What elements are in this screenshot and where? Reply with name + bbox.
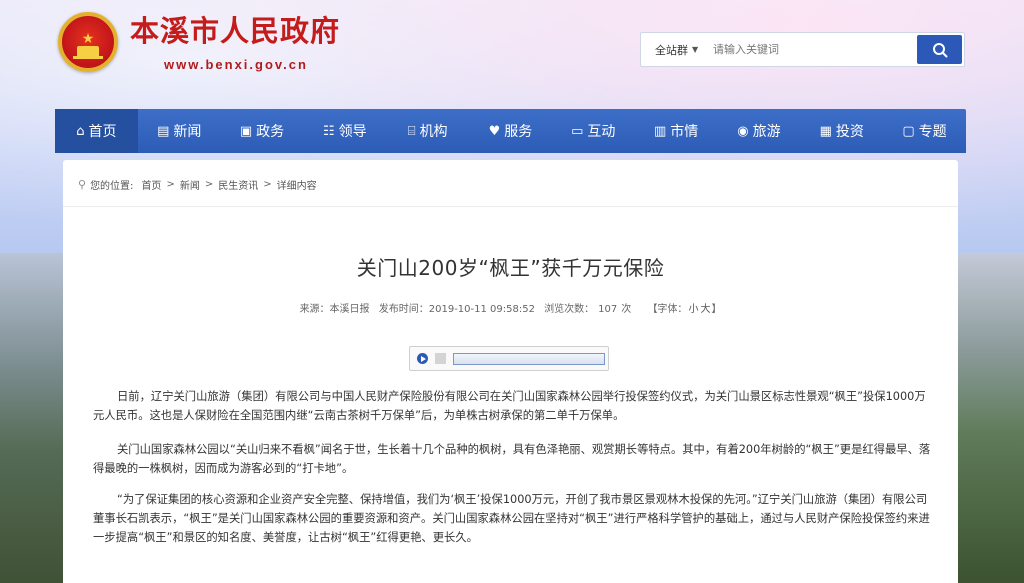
article-title: 关门山200岁“枫王”获千万元保险 <box>356 256 665 280</box>
service-icon: ♥ <box>488 123 501 139</box>
nav-item-leader[interactable]: ☷ 领导 <box>303 109 386 153</box>
site-url: www.benxi.gov.cn <box>164 56 308 72</box>
national-emblem-icon: ★ <box>58 12 118 72</box>
tourism-icon: ◉ <box>737 123 749 139</box>
search-input[interactable] <box>713 36 913 63</box>
font-size-large-link[interactable]: 大 <box>700 304 710 315</box>
nav-label: 专题 <box>918 124 947 140</box>
nav-label: 新闻 <box>173 124 202 140</box>
search-scope-select[interactable]: 全站群 ▼ <box>641 42 713 58</box>
home-icon: ⌂ <box>76 123 85 139</box>
breadcrumb-livelihood[interactable]: 民生资讯 <box>218 177 258 192</box>
nav-item-institution[interactable]: ⌸ 机构 <box>386 109 469 153</box>
nav-label: 机构 <box>419 124 448 140</box>
nav-label: 投资 <box>835 124 864 140</box>
breadcrumb-news[interactable]: 新闻 <box>180 177 200 192</box>
chevron-down-icon: ▼ <box>692 45 699 54</box>
article-paragraph: “为了保证集团的核心资源和企业资产安全完整、保持增值，我们为‘枫王’投保1000… <box>93 493 930 544</box>
search-box: 全站群 ▼ <box>640 32 965 67</box>
nav-label: 服务 <box>504 124 533 140</box>
interaction-icon: ▭ <box>571 123 584 139</box>
background-scenery-right <box>954 253 1024 583</box>
play-icon <box>420 355 426 362</box>
breadcrumb-current: 详细内容 <box>276 181 317 192</box>
city-icon: ▥ <box>653 123 667 139</box>
font-size-control: 【字体：小 大】 <box>647 304 722 315</box>
nav-label: 互动 <box>587 124 616 140</box>
article-paragraph: 关门山国家森林公园以“关山归来不看枫”闻名于世，生长着十几个品种的枫树，具有色泽… <box>93 443 931 475</box>
audio-player <box>409 346 609 371</box>
audio-progress-track[interactable] <box>453 352 605 365</box>
breadcrumb-separator: > <box>204 179 214 190</box>
leader-icon: ☷ <box>323 123 335 139</box>
search-button[interactable] <box>917 35 962 64</box>
search-icon <box>932 42 947 57</box>
site-logo[interactable]: ★ 本溪市人民政府 www.benxi.gov.cn <box>58 12 340 72</box>
affairs-icon: ▣ <box>239 123 253 139</box>
nav-item-home[interactable]: ⌂ 首页 <box>55 109 138 153</box>
breadcrumb: ⚲ 您的位置: 首页 > 新闻 > 民生资讯 > 详细内容 <box>78 177 317 192</box>
nav-item-news[interactable]: ▤ 新闻 <box>138 109 221 153</box>
article-views: 浏览次数： 107 次 <box>544 304 632 315</box>
article-source: 来源：本溪日报 <box>299 304 370 315</box>
nav-item-affairs[interactable]: ▣ 政务 <box>221 109 304 153</box>
breadcrumb-prefix: 您的位置: <box>90 181 134 192</box>
nav-item-investment[interactable]: ▦ 投资 <box>800 109 883 153</box>
breadcrumb-separator: > <box>263 179 272 190</box>
stop-button[interactable] <box>435 353 446 364</box>
nav-item-interaction[interactable]: ▭ 互动 <box>552 109 635 153</box>
font-size-small-link[interactable]: 小 <box>688 304 698 315</box>
nav-label: 首页 <box>88 124 117 140</box>
breadcrumb-separator: > <box>166 179 175 190</box>
site-name: 本溪市人民政府 <box>130 13 341 48</box>
nav-item-service[interactable]: ♥ 服务 <box>469 109 552 153</box>
search-scope-label: 全站群 <box>655 43 688 57</box>
divider <box>63 206 958 207</box>
nav-label: 旅游 <box>752 124 781 140</box>
article-time: 发布时间：2019-10-11 09:58:52 <box>378 304 535 315</box>
investment-icon: ▦ <box>819 123 832 139</box>
institution-icon: ⌸ <box>407 123 416 139</box>
nav-label: 政务 <box>256 124 285 140</box>
background-scenery-left <box>0 253 70 583</box>
topic-icon: ▢ <box>902 123 915 139</box>
play-button[interactable] <box>417 353 428 364</box>
breadcrumb-home[interactable]: 首页 <box>141 177 161 192</box>
nav-label: 领导 <box>338 124 367 140</box>
main-nav: ⌂ 首页 ▤ 新闻 ▣ 政务 ☷ 领导 ⌸ 机构 ♥ 服务 ▭ 互动 ▥ 市情 … <box>55 109 966 153</box>
article-panel: ⚲ 您的位置: 首页 > 新闻 > 民生资讯 > 详细内容 关门山200岁“枫王… <box>63 160 958 583</box>
nav-item-topic[interactable]: ▢ 专题 <box>883 109 966 153</box>
article-meta: 来源：本溪日报 发布时间：2019-10-11 09:58:52 浏览次数： 10… <box>63 300 958 315</box>
nav-label: 市情 <box>670 124 699 140</box>
article-paragraph: 日前，辽宁关门山旅游（集团）有限公司与中国人民财产保险股份有限公司在关门山国家森… <box>93 390 926 422</box>
nav-item-tourism[interactable]: ◉ 旅游 <box>718 109 801 153</box>
location-pin-icon: ⚲ <box>78 178 87 191</box>
nav-item-city[interactable]: ▥ 市情 <box>635 109 718 153</box>
news-icon: ▤ <box>157 123 170 139</box>
